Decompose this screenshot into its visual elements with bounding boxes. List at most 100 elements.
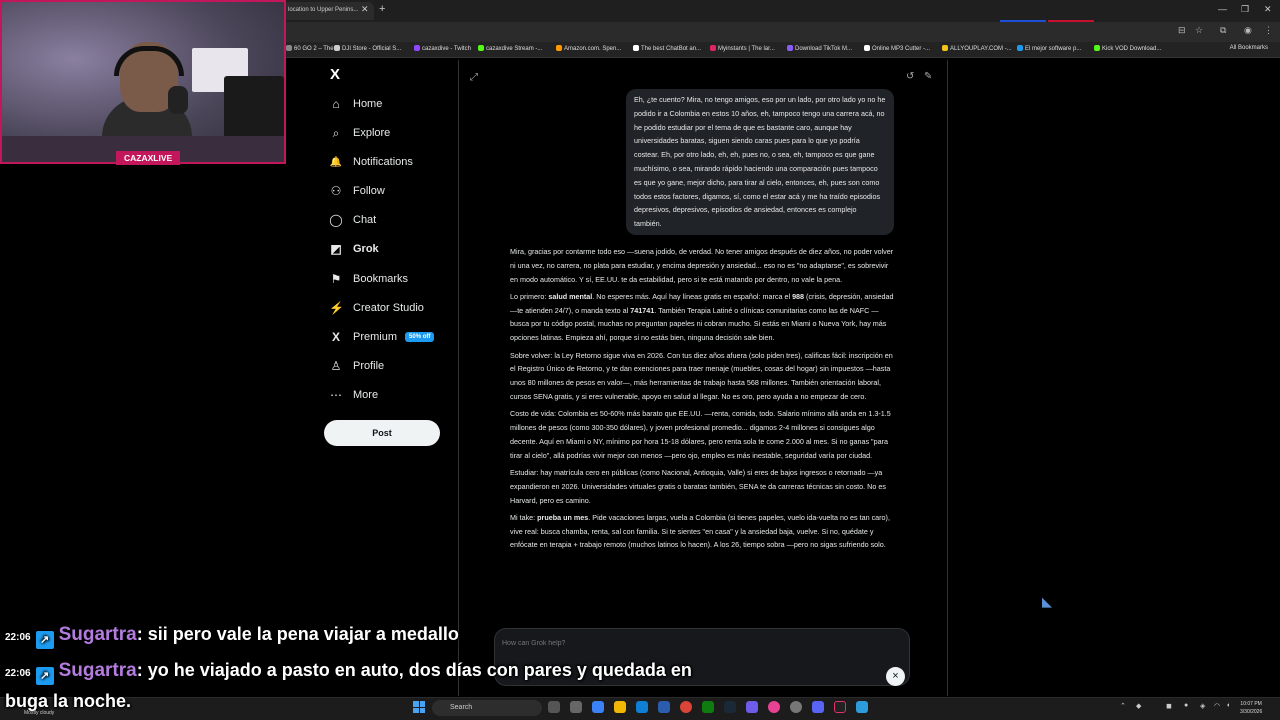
tray-app-icon[interactable]: ◈ [1200, 702, 1205, 710]
grok-response: Mira, gracias por contarme todo eso —sue… [510, 245, 894, 556]
nav-creator-studio[interactable]: ⚡ Creator Studio [329, 297, 424, 319]
nav-more[interactable]: ⋯ More [329, 384, 378, 406]
bookmark-item[interactable]: Download TikTok M... [787, 45, 852, 52]
tab-close-icon[interactable]: ✕ [361, 4, 369, 15]
wifi-icon[interactable]: ◠ [1214, 702, 1220, 710]
taskbar-app-icon[interactable] [768, 701, 780, 713]
maximize-icon[interactable]: ❐ [1241, 4, 1249, 15]
tiktok-icon[interactable] [834, 701, 846, 713]
nav-bookmarks[interactable]: ⚑ Bookmarks [329, 268, 408, 290]
taskbar-search[interactable]: Search [432, 700, 542, 716]
task-view-icon[interactable] [548, 701, 560, 713]
chat-message: 22:06 ↗ Sugartra: sii pero vale la pena vi… [5, 624, 459, 649]
chat-text-continuation: buga la noche. [5, 691, 132, 711]
search-icon: ⌕ [332, 125, 340, 140]
response-text: Lo primero: [510, 291, 549, 301]
nav-premium[interactable]: X Premium 50% off [329, 326, 435, 348]
bookmark-item[interactable]: DJI Store - Official S... [334, 45, 401, 52]
windows-start-icon[interactable] [413, 701, 425, 713]
expand-icon[interactable]: ⤢ [470, 72, 478, 83]
xbox-icon[interactable] [702, 701, 714, 713]
bookmark-favicon-icon [286, 45, 292, 51]
nav-notifications[interactable]: 🔔 Notifications [329, 151, 413, 173]
profile-icon: ♙ [330, 359, 342, 373]
taskbar-app-icon[interactable] [856, 701, 868, 713]
bookmark-label: ALLYOUPLAY.COM -... [950, 46, 1012, 52]
bookmark-item[interactable]: 60 GO 2 – The... [286, 45, 339, 52]
taskbar-app-icon[interactable] [746, 701, 758, 713]
star-icon[interactable]: ☆ [1195, 25, 1203, 36]
taskbar-app-icon[interactable] [658, 701, 670, 713]
premium-discount-badge: 50% off [405, 332, 435, 342]
steam-icon[interactable] [724, 701, 736, 713]
chrome-icon[interactable] [680, 701, 692, 713]
home-icon: ⌂ [332, 97, 340, 111]
file-explorer-icon[interactable] [614, 701, 626, 713]
profile-avatar-icon[interactable]: ◉ [1244, 25, 1252, 36]
bookmark-item[interactable]: Kick VOD Download... [1094, 45, 1161, 52]
column-divider [458, 60, 459, 696]
nav-home[interactable]: ⌂ Home [329, 93, 382, 115]
install-icon[interactable]: ⊟ [1178, 25, 1186, 36]
history-icon[interactable]: ↺ [906, 71, 914, 82]
taskbar-app-icon[interactable] [592, 701, 604, 713]
edge-icon[interactable] [636, 701, 648, 713]
bookmark-label: El mejor software p... [1025, 46, 1082, 52]
bookmark-item[interactable]: Online MP3 Cutter -... [864, 45, 930, 52]
nav-label: Grok [353, 243, 379, 255]
chat-username: Sugartra [58, 660, 137, 681]
column-divider [947, 60, 948, 696]
response-emphasis: prueba un mes [537, 512, 589, 522]
tray-chevron-icon[interactable]: ⌃ [1120, 702, 1126, 710]
chat-badge-icon: ↗ [35, 667, 54, 685]
new-chat-icon[interactable]: ✎ [924, 71, 932, 82]
bookmark-item[interactable]: The best ChatBot an... [633, 45, 701, 52]
x-logo-icon[interactable]: X [330, 66, 340, 83]
extensions-icon[interactable]: ⧉ [1220, 25, 1226, 36]
close-icon[interactable]: × [886, 667, 905, 686]
nav-label: Explore [353, 127, 391, 139]
bookmark-label: Myinstants | The lar... [718, 46, 775, 52]
tray-app-icon[interactable]: ◼ [1166, 702, 1172, 710]
bookmark-item[interactable]: El mejor software p... [1017, 45, 1081, 52]
volume-icon[interactable]: ◖ [1226, 702, 1230, 709]
chat-username: Sugartra [58, 624, 137, 645]
nav-label: Bookmarks [353, 273, 409, 285]
taskbar-app-icon[interactable] [790, 701, 802, 713]
tray-app-icon[interactable]: ◆ [1136, 702, 1141, 710]
nav-grok[interactable]: ◩ Grok [329, 238, 379, 260]
response-text: Mi take: [510, 512, 538, 522]
weather-widget[interactable]: Mostly cloudy [24, 710, 54, 716]
bookmark-item[interactable]: Amazon.com. Spen... [556, 45, 621, 52]
tray-app-icon[interactable]: ● [1184, 702, 1188, 709]
bookmark-favicon-icon [787, 45, 793, 51]
nav-chat[interactable]: ◯ Chat [329, 209, 376, 231]
nav-explore[interactable]: ⌕ Explore [329, 122, 391, 144]
bookmark-item[interactable]: ALLYOUPLAY.COM -... [942, 45, 1012, 52]
bookmark-item[interactable]: cazaxdive - Twitch [414, 45, 471, 52]
bookmark-favicon-icon [478, 45, 484, 51]
nav-follow[interactable]: ⚇ Follow [329, 180, 385, 202]
grok-ask-input[interactable] [502, 636, 882, 650]
taskbar-app-icon[interactable] [570, 701, 582, 713]
creator-studio-icon: ⚡ [329, 301, 344, 315]
nav-profile[interactable]: ♙ Profile [329, 355, 385, 377]
post-button[interactable]: Post [324, 420, 440, 446]
bookmark-label: Amazon.com. Spen... [564, 46, 622, 52]
all-bookmarks-button[interactable]: All Bookmarks [1230, 45, 1268, 51]
minimize-icon[interactable]: — [1218, 4, 1227, 14]
nav-label: Follow [353, 185, 385, 197]
taskbar-clock[interactable]: 10:07 PM 3/30/2026 [1240, 700, 1262, 716]
window-close-icon[interactable]: ✕ [1264, 4, 1272, 15]
response-emphasis: 988 [792, 291, 805, 301]
response-paragraph: Sobre volver: la Ley Retorno sigue viva … [510, 350, 893, 401]
bookmark-label: cazaxdive Stream -... [486, 46, 543, 52]
discord-icon[interactable] [812, 701, 824, 713]
response-emphasis: 741741 [630, 305, 655, 315]
bookmark-item[interactable]: cazaxdive Stream -... [478, 45, 542, 52]
response-paragraph: Mira, gracias por contarme todo eso —sue… [510, 247, 894, 284]
nav-label: Home [353, 98, 383, 110]
menu-kebab-icon[interactable]: ⋮ [1264, 25, 1273, 36]
bookmark-item[interactable]: Myinstants | The lar... [710, 45, 775, 52]
new-tab-icon[interactable]: + [379, 3, 385, 15]
